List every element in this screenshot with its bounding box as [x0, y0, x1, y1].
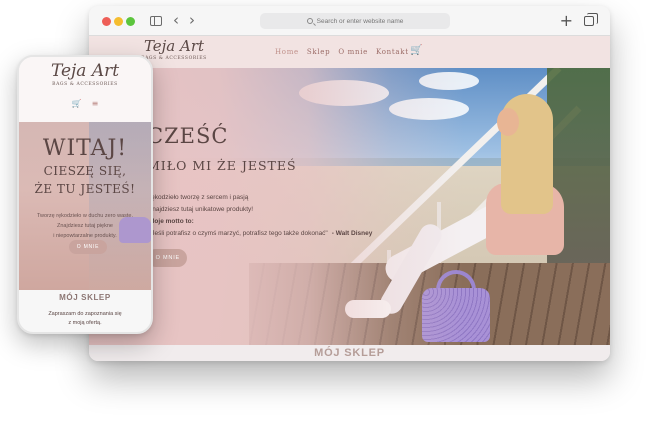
- hero-line-1: rękodzieło tworzę z sercem i pasją: [149, 194, 249, 201]
- hero-line-2: znajdziesz tutaj unikatowe produkty!: [149, 206, 254, 213]
- about-me-button[interactable]: O MNIE: [147, 249, 187, 267]
- site-header: Teja Art BAGS & ACCESSORIES Home Sklep O…: [89, 36, 610, 68]
- phone-hero-line-2: Znajdziesz tutaj piękne: [57, 223, 113, 229]
- shop-title: MÓJ SKLEP: [314, 347, 385, 359]
- plus-icon[interactable]: +: [560, 11, 573, 30]
- phone-logo-main[interactable]: Teja Art: [19, 61, 151, 81]
- phone-header: Teja Art BAGS & ACCESSORIES 🛒 ≡: [19, 57, 151, 122]
- minimize-window-button[interactable]: [114, 17, 123, 26]
- chevron-left-icon[interactable]: ‹: [173, 13, 179, 28]
- shop-section: MÓJ SKLEP: [89, 345, 610, 361]
- hamburger-menu-icon[interactable]: ≡: [92, 99, 99, 108]
- address-bar[interactable]: Search or enter website name: [260, 13, 450, 29]
- phone-about-me-button[interactable]: O MNIE: [69, 240, 107, 254]
- nav-item-kontakt[interactable]: Kontakt: [376, 48, 409, 56]
- hero-subtitle: MIŁO MI ŻE JESTEŚ: [147, 158, 297, 173]
- phone-mockup: Teja Art BAGS & ACCESSORIES 🛒 ≡ WITAJ! C…: [17, 55, 153, 334]
- search-icon: [306, 18, 313, 24]
- hero-motto-label: Moje motto to:: [149, 218, 194, 225]
- maximize-window-button[interactable]: [126, 17, 135, 26]
- address-bar-placeholder: Search or enter website name: [316, 17, 404, 25]
- main-nav: Home Sklep O mnie Kontakt: [275, 48, 409, 56]
- nav-item-sklep[interactable]: Sklep: [307, 48, 330, 56]
- phone-shop-text-2: z moją ofertą.: [68, 320, 102, 326]
- phone-shop-section: MÓJ SKLEP Zapraszam do zapoznania się z …: [19, 293, 151, 328]
- browser-window: ‹ › Search or enter website name + Teja …: [89, 6, 610, 361]
- logo-main-text: Teja Art: [143, 37, 205, 55]
- close-window-button[interactable]: [102, 17, 111, 26]
- phone-hero: WITAJ! CIESZĘ SIĘ, ŻE TU JESTEŚ! Tworzę …: [19, 122, 151, 290]
- nav-item-home[interactable]: Home: [275, 48, 299, 56]
- hero-quote: "Jeśli potrafisz o czymś marzyć, potrafi…: [149, 230, 328, 237]
- chevron-right-icon[interactable]: ›: [189, 13, 195, 28]
- phone-shop-title: MÓJ SKLEP: [59, 293, 111, 302]
- phone-hero-subtitle-1: CIESZĘ SIĘ,: [43, 164, 127, 178]
- phone-hero-description: Tworzę rękodzieło w duchu zero waste. Zn…: [19, 211, 151, 241]
- phone-logo-tagline: BAGS & ACCESSORIES: [52, 82, 118, 87]
- browser-toolbar: ‹ › Search or enter website name +: [89, 6, 610, 36]
- phone-hero-title: WITAJ!: [42, 136, 128, 161]
- phone-shop-text-1: Zapraszam do zapoznania się: [48, 311, 122, 317]
- phone-header-icons: 🛒 ≡: [19, 99, 151, 108]
- hero-text: CZEŚĆ MIŁO MI ŻE JESTEŚ: [147, 124, 297, 173]
- nav-item-o-mnie[interactable]: O mnie: [338, 48, 368, 56]
- phone-hero-line-1: Tworzę rękodzieło w duchu zero waste.: [37, 213, 133, 219]
- cart-icon[interactable]: 🛒: [410, 45, 422, 56]
- phone-hero-subtitle-2: ŻE TU JESTEŚ!: [34, 182, 136, 196]
- hero-title: CZEŚĆ: [147, 124, 229, 148]
- sidebar-icon[interactable]: [150, 16, 162, 26]
- tabs-icon[interactable]: [584, 13, 598, 26]
- hero-quote-author: - Walt Disney: [331, 230, 373, 237]
- hero-quote-line: "Jeśli potrafisz o czymś marzyć, potrafi…: [149, 228, 372, 240]
- hero-description: rękodzieło tworzę z sercem i pasją znajd…: [149, 192, 372, 240]
- cart-icon[interactable]: 🛒: [72, 99, 82, 108]
